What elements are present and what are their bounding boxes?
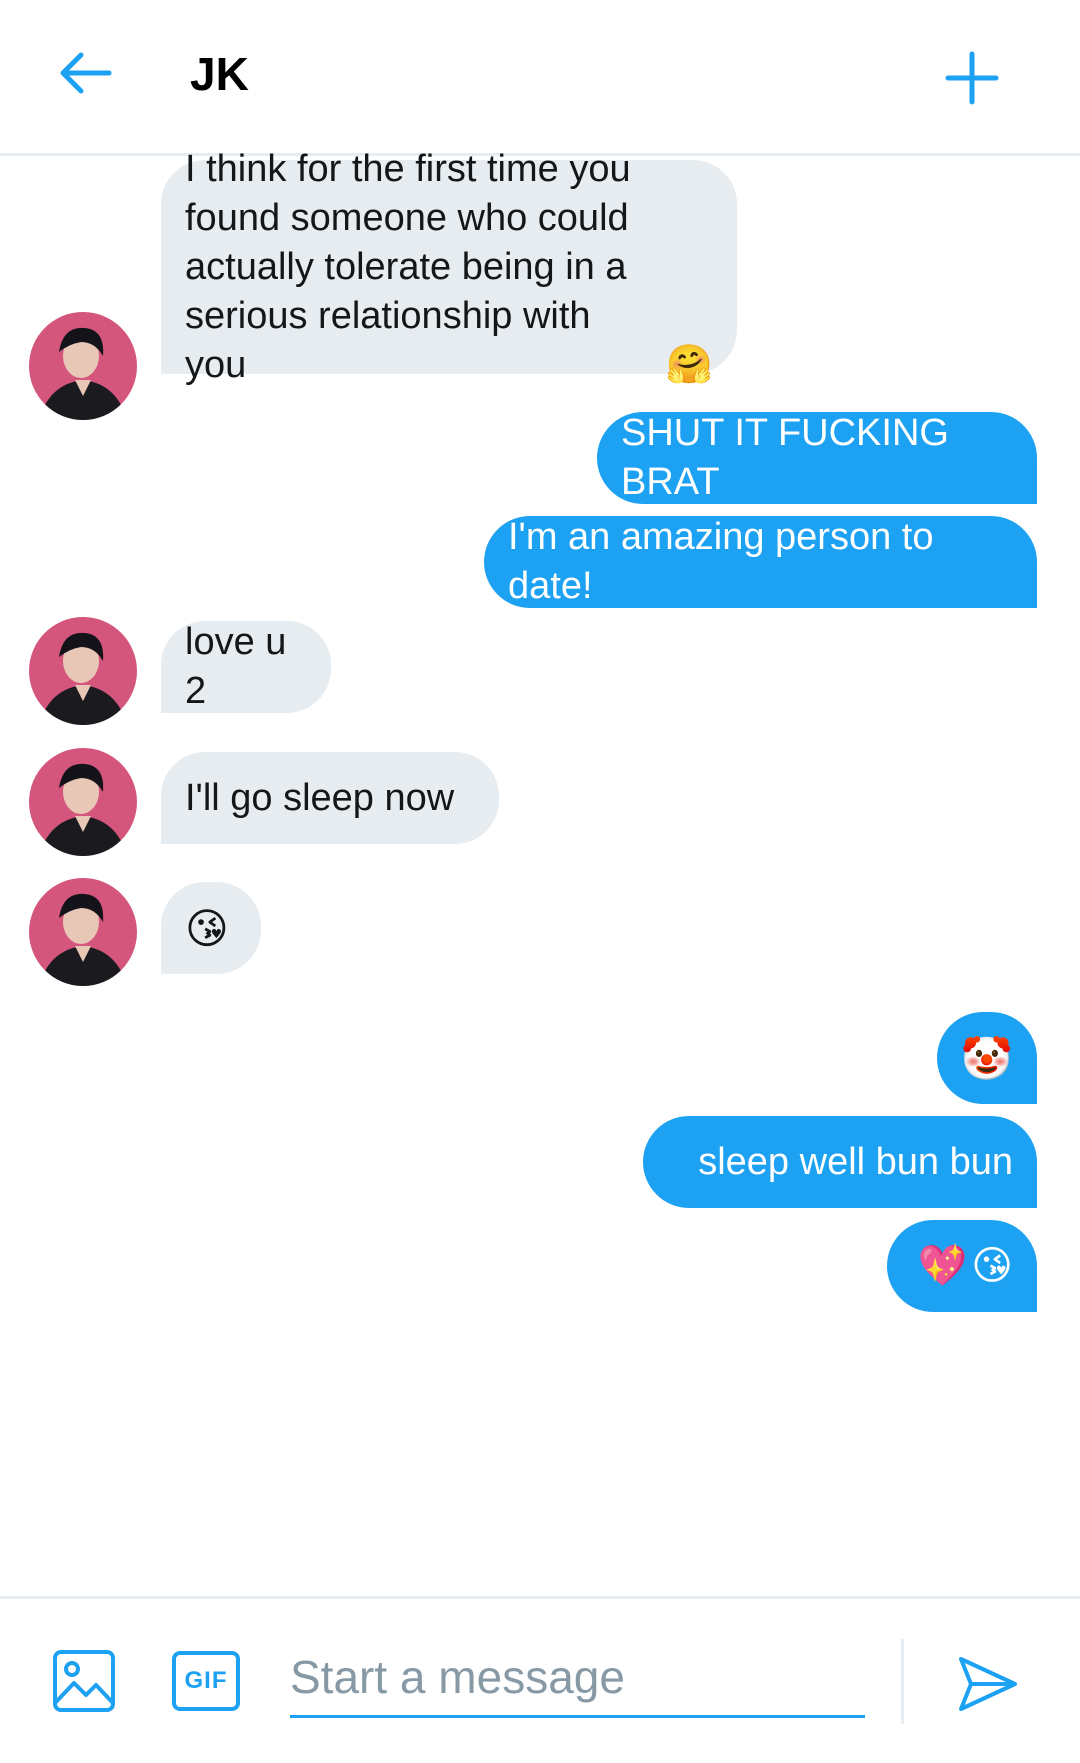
message-text: love u 2 (185, 621, 297, 712)
composer-divider (901, 1639, 904, 1724)
kissing-face-emoji: 😘 (971, 1243, 1013, 1288)
emoji-group: 💖 😘 (917, 1242, 1013, 1291)
add-photo-button[interactable] (52, 1649, 116, 1713)
message-text: sleep well bun bun (698, 1140, 1013, 1183)
image-icon (53, 1650, 115, 1712)
message-bubble-incoming[interactable]: I'll go sleep now (161, 752, 499, 844)
message-input[interactable] (290, 1639, 865, 1718)
message-bubble-outgoing[interactable]: 💖 😘 (887, 1220, 1037, 1312)
contact-photo (29, 878, 137, 986)
arrow-left-icon (60, 52, 112, 94)
message-bubble-outgoing[interactable]: sleep well bun bun (643, 1116, 1037, 1208)
message-bubble-incoming[interactable]: 😘 (161, 882, 261, 974)
message-bubble-outgoing[interactable]: 🤡 (937, 1012, 1037, 1104)
message-list[interactable]: I think for the first time you found som… (0, 148, 1080, 1596)
conversation-title[interactable]: JK (190, 44, 249, 104)
conversation-header: JK (0, 0, 1080, 156)
plus-icon (945, 51, 999, 105)
avatar[interactable] (29, 312, 137, 420)
message-text: I'm an amazing person to date! (508, 516, 945, 607)
message-text: SHUT IT FUCKING BRAT (621, 412, 960, 503)
message-bubble-outgoing[interactable]: I'm an amazing person to date! (484, 516, 1037, 608)
back-button[interactable] (50, 38, 120, 108)
contact-photo (29, 617, 137, 725)
kissing-face-emoji: 😘 (185, 904, 229, 952)
avatar[interactable] (29, 878, 137, 986)
message-bubble-incoming[interactable]: love u 2 (161, 621, 331, 713)
message-bubble-outgoing[interactable]: SHUT IT FUCKING BRAT (597, 412, 1037, 504)
send-icon (959, 1657, 1017, 1711)
message-composer: GIF (0, 1596, 1080, 1763)
message-bubble-incoming[interactable]: I think for the first time you found som… (161, 148, 737, 386)
avatar[interactable] (29, 617, 137, 725)
contact-photo (29, 312, 137, 420)
gif-button[interactable]: GIF (172, 1651, 240, 1711)
clown-face-emoji: 🤡 (960, 1034, 1013, 1082)
gif-icon: GIF (184, 1667, 228, 1694)
message-text: I think for the first time you found som… (185, 147, 631, 386)
sparkling-heart-emoji: 💖 (917, 1243, 968, 1288)
add-participant-button[interactable] (932, 38, 1012, 118)
avatar[interactable] (29, 748, 137, 856)
hugging-face-emoji: 🤗 (665, 343, 713, 386)
send-button[interactable] (955, 1651, 1021, 1717)
contact-photo (29, 748, 137, 856)
message-text: I'll go sleep now (185, 776, 455, 819)
